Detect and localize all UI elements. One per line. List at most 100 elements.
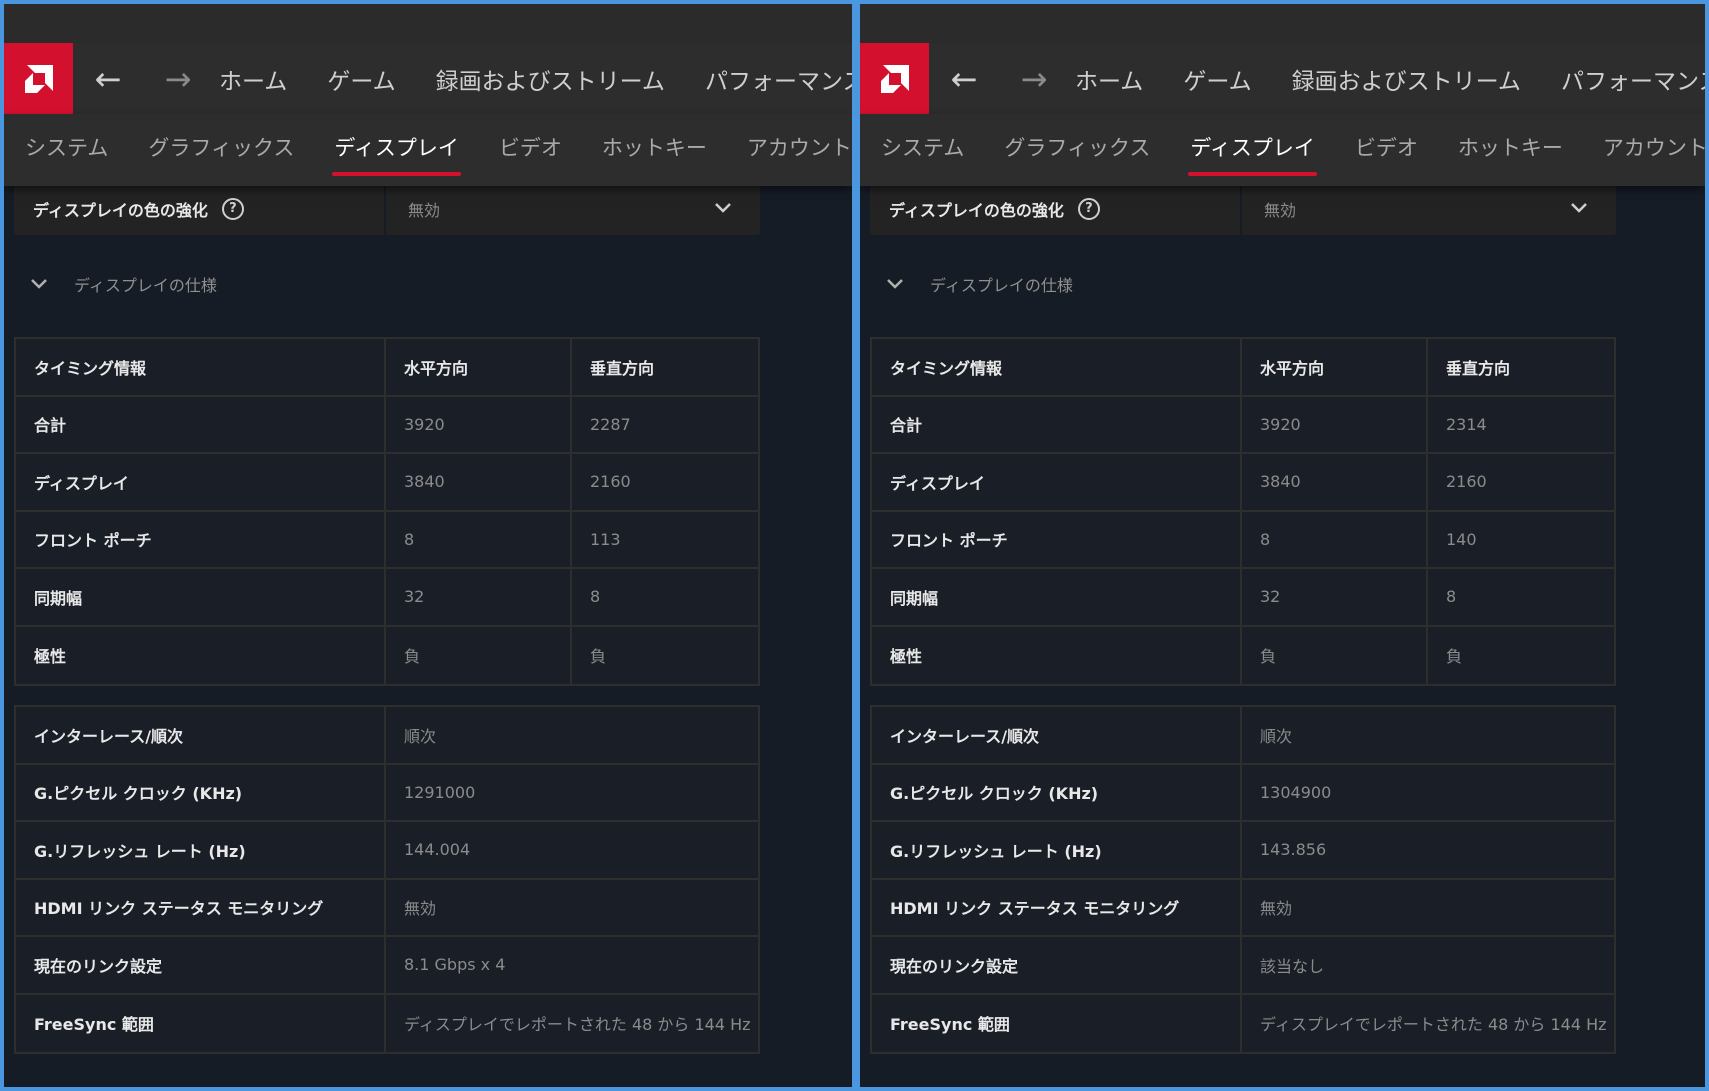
row-label: G.リフレッシュ レート (Hz) <box>872 822 1242 878</box>
color-enhancement-label-cell: ディスプレイの色の強化? <box>870 182 1242 235</box>
settings-tab[interactable]: アカウント <box>1603 114 1705 186</box>
forward-arrow-icon[interactable]: → <box>999 43 1069 114</box>
forward-arrow-icon[interactable]: → <box>143 43 213 114</box>
top-nav-link[interactable]: パフォーマンス <box>705 62 852 96</box>
row-label: HDMI リンク ステータス モニタリング <box>16 879 386 935</box>
table-row: G.リフレッシュ レート (Hz) 143.856 <box>872 822 1614 880</box>
chevron-down-icon <box>30 275 48 294</box>
row-value: 8.1 Gbps x 4 <box>404 955 506 975</box>
settings-tab[interactable]: ビデオ <box>499 114 562 186</box>
chevron-down-icon <box>886 275 904 294</box>
vertical-value: 8 <box>1446 587 1457 607</box>
top-nav-link[interactable]: 録画およびストリーム <box>1292 62 1521 96</box>
horizontal-value: 3920 <box>386 396 572 452</box>
horizontal-value: 8 <box>386 511 572 567</box>
color-enhancement-dropdown[interactable]: 無効 <box>386 182 760 235</box>
row-label: G.ピクセル クロック (KHz) <box>872 764 1242 820</box>
title-bar <box>860 4 1705 43</box>
horizontal-value: 32 <box>1242 569 1428 625</box>
horizontal-value: 負 <box>386 626 572 684</box>
table-row: G.リフレッシュ レート (Hz) 144.004 <box>16 822 758 880</box>
settings-tab[interactable]: ディスプレイ <box>1188 114 1317 186</box>
settings-tab[interactable]: アカウント <box>747 114 852 186</box>
settings-tabs: システムグラフィックスディスプレイビデオホットキーアカウントデバイス <box>4 114 852 186</box>
display-info-table: インターレース/順次 順次 G.ピクセル クロック (KHz) 1304900 G.リフ… <box>870 705 1616 1054</box>
top-nav-link[interactable]: ゲーム <box>1183 62 1251 96</box>
app-window-panel: ←→ホーム ゲーム 録画およびストリーム パフォーマンスシステムグラフィックスディスプ… <box>860 4 1705 1087</box>
row-label: ディスプレイ <box>16 454 386 510</box>
table-row: 同期幅 32 8 <box>872 569 1614 627</box>
table-header-cell: タイミング情報 <box>16 339 386 395</box>
amd-logo-icon[interactable] <box>860 43 929 114</box>
help-icon[interactable]: ? <box>221 197 244 220</box>
table-row: フロント ポーチ 8 113 <box>16 511 758 569</box>
table-header-cell: タイミング情報 <box>872 339 1242 395</box>
vertical-value: 140 <box>1446 529 1477 549</box>
row-label: 現在のリンク設定 <box>16 937 386 993</box>
table-row: HDMI リンク ステータス モニタリング 無効 <box>872 879 1614 937</box>
table-row: G.ピクセル クロック (KHz) 1304900 <box>872 764 1614 822</box>
horizontal-value: 3840 <box>386 454 572 510</box>
vertical-value: 2160 <box>590 472 631 492</box>
top-navigation: ←→ホーム ゲーム 録画およびストリーム パフォーマンス <box>860 43 1705 114</box>
vertical-value: 8 <box>590 587 601 607</box>
table-header-cell: 垂直方向 <box>590 358 655 378</box>
display-color-enhancement-row: ディスプレイの色の強化? 無効 <box>14 182 760 235</box>
row-label: フロント ポーチ <box>16 511 386 567</box>
row-label: 極性 <box>16 626 386 684</box>
settings-tab[interactable]: ホットキー <box>602 114 707 186</box>
table-row: 極性負負 <box>872 626 1614 684</box>
top-nav-link[interactable]: パフォーマンス <box>1561 62 1705 96</box>
row-label: 合計 <box>872 396 1242 452</box>
settings-tab[interactable]: グラフィックス <box>1004 114 1150 186</box>
display-spec-section-toggle[interactable]: ディスプレイの仕様 <box>30 272 217 296</box>
table-header-row: タイミング情報 水平方向 垂直方向 <box>16 339 758 397</box>
display-info-table: インターレース/順次 順次 G.ピクセル クロック (KHz) 1291000 G.リフ… <box>14 705 760 1054</box>
table-row: 合計 3920 2287 <box>16 396 758 454</box>
table-row: 極性負負 <box>16 626 758 684</box>
row-value: 無効 <box>404 899 437 919</box>
vertical-value: 2314 <box>1446 414 1487 434</box>
table-row: 現在のリンク設定 該当なし <box>872 937 1614 995</box>
color-enhancement-label: ディスプレイの色の強化 <box>889 200 1064 220</box>
settings-tab[interactable]: ビデオ <box>1355 114 1418 186</box>
section-title: ディスプレイの仕様 <box>930 276 1073 295</box>
top-nav-link[interactable]: ホーム <box>1075 62 1143 96</box>
top-links: ホーム ゲーム 録画およびストリーム パフォーマンス <box>219 62 852 96</box>
top-nav-link[interactable]: 録画およびストリーム <box>436 62 665 96</box>
row-label: FreeSync 範囲 <box>872 994 1242 1052</box>
horizontal-value: 3920 <box>1242 396 1428 452</box>
app-window-panel: ←→ホーム ゲーム 録画およびストリーム パフォーマンスシステムグラフィックスディスプ… <box>4 4 852 1087</box>
back-arrow-icon[interactable]: ← <box>73 43 143 114</box>
settings-tab[interactable]: システム <box>881 114 964 186</box>
chevron-down-icon <box>714 199 732 218</box>
vertical-value: 負 <box>590 647 607 667</box>
row-value: 該当なし <box>1260 956 1325 976</box>
amd-logo-icon[interactable] <box>4 43 73 114</box>
row-value: 144.004 <box>404 840 471 860</box>
row-value: ディスプレイでレポートされた 48 から 144 Hz <box>1260 1015 1607 1035</box>
settings-tab[interactable]: ディスプレイ <box>332 114 461 186</box>
settings-tab[interactable]: ホットキー <box>1458 114 1563 186</box>
row-label: インターレース/順次 <box>872 707 1242 763</box>
title-bar <box>4 4 852 43</box>
help-icon[interactable]: ? <box>1077 197 1100 220</box>
row-label: 極性 <box>872 626 1242 684</box>
comparison-screenshot: ← → ホーム ゲーム 録画およびストリーム パフォーマンス システム グラフィックス ディスプ… <box>0 0 1709 1091</box>
row-value: 1291000 <box>404 782 476 802</box>
display-color-enhancement-row: ディスプレイの色の強化? 無効 <box>870 182 1616 235</box>
top-nav-link[interactable]: ホーム <box>219 62 287 96</box>
table-row: フロント ポーチ 8 140 <box>872 511 1614 569</box>
row-value: 1304900 <box>1260 782 1332 802</box>
chevron-down-icon <box>1570 199 1588 218</box>
row-label: 合計 <box>16 396 386 452</box>
settings-tab[interactable]: システム <box>25 114 108 186</box>
display-spec-section-toggle[interactable]: ディスプレイの仕様 <box>886 272 1073 296</box>
table-row: ディスプレイ 3840 2160 <box>872 454 1614 512</box>
color-enhancement-dropdown[interactable]: 無効 <box>1242 182 1616 235</box>
section-title: ディスプレイの仕様 <box>74 276 217 295</box>
top-nav-link[interactable]: ゲーム <box>327 62 395 96</box>
table-header-cell: 水平方向 <box>386 339 572 395</box>
settings-tab[interactable]: グラフィックス <box>148 114 294 186</box>
back-arrow-icon[interactable]: ← <box>929 43 999 114</box>
